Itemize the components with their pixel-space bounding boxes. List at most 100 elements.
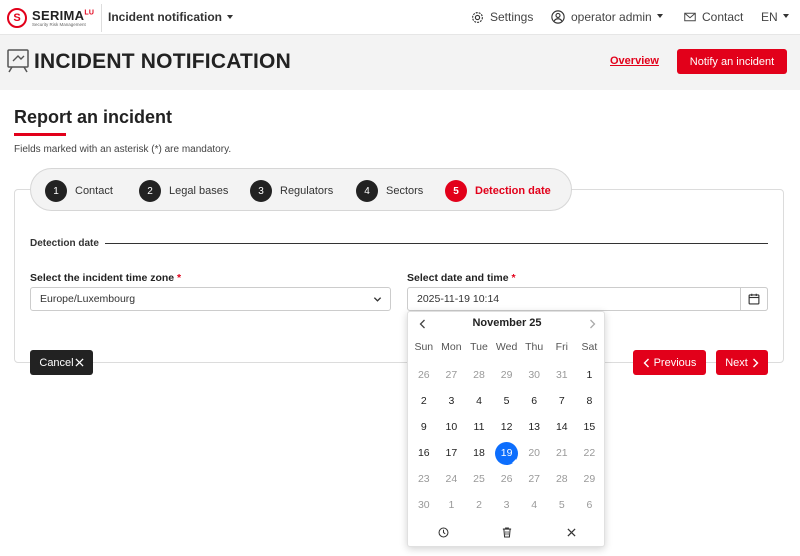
datetime-value: 2025-11-19 10:14 bbox=[417, 293, 500, 305]
calendar-day[interactable]: 14 bbox=[548, 414, 576, 440]
next-label: Next bbox=[725, 356, 748, 369]
calendar-day[interactable]: 11 bbox=[465, 414, 493, 440]
overview-link[interactable]: Overview bbox=[610, 55, 659, 67]
datetime-input[interactable]: 2025-11-19 10:14 bbox=[407, 287, 768, 311]
close-icon bbox=[566, 527, 576, 537]
calendar-day-selected[interactable]: 19 bbox=[493, 440, 521, 466]
calendar-day-number: 5 bbox=[558, 499, 565, 511]
calendar-day: 28 bbox=[548, 466, 576, 492]
time-toggle-button[interactable] bbox=[435, 524, 451, 540]
calendar-day-number: 1 bbox=[448, 499, 455, 511]
logo-suffix: LU bbox=[84, 9, 95, 17]
calendar-day-number: 24 bbox=[445, 473, 458, 485]
clear-button[interactable] bbox=[499, 524, 515, 540]
calendar-day[interactable]: 15 bbox=[576, 414, 604, 440]
calendar-day: 27 bbox=[520, 466, 548, 492]
calendar-toggle-button[interactable] bbox=[740, 287, 768, 311]
language-dropdown[interactable]: EN bbox=[761, 10, 789, 24]
calendar-day-number: 6 bbox=[531, 395, 538, 407]
contact-label: Contact bbox=[702, 10, 744, 24]
calendar-day[interactable]: 2 bbox=[410, 388, 438, 414]
calendar-day: 3 bbox=[493, 492, 521, 518]
trash-icon bbox=[502, 527, 512, 537]
calendar-day[interactable]: 6 bbox=[520, 388, 548, 414]
calendar-day-number: 8 bbox=[586, 395, 593, 407]
calendar-day-number: 3 bbox=[503, 499, 510, 511]
calendar-day-number: 13 bbox=[528, 421, 541, 433]
serima-logo[interactable]: S SERIMALU Security Risk Management bbox=[7, 8, 94, 28]
previous-label: Previous bbox=[653, 356, 697, 369]
calendar-day[interactable]: 12 bbox=[493, 414, 521, 440]
calendar-day[interactable]: 18 bbox=[465, 440, 493, 466]
timezone-select[interactable]: Europe/Luxembourg bbox=[30, 287, 391, 311]
fieldset-rule bbox=[30, 243, 768, 244]
contact-link[interactable]: Contact bbox=[684, 10, 743, 24]
calendar-day-number: 26 bbox=[417, 369, 430, 381]
calendar-day[interactable]: 7 bbox=[548, 388, 576, 414]
close-icon bbox=[75, 358, 84, 367]
calendar-day[interactable]: 1 bbox=[576, 362, 604, 388]
app-menu-dropdown[interactable]: Incident notification bbox=[108, 10, 233, 24]
next-button[interactable]: Next bbox=[716, 350, 768, 375]
calendar-day[interactable]: 10 bbox=[438, 414, 466, 440]
calendar-day-number: 28 bbox=[473, 369, 485, 381]
wizard-stepper: 1 Contact 2 Legal bases 3 Regulators 4 Secto… bbox=[30, 168, 572, 211]
calendar-day-number: 12 bbox=[500, 421, 513, 433]
calendar-day[interactable]: 4 bbox=[465, 388, 493, 414]
calendar-day: 30 bbox=[520, 362, 548, 388]
fieldset-legend: Detection date bbox=[30, 238, 105, 249]
previous-button[interactable]: Previous bbox=[633, 350, 706, 375]
logo-tagline: Security Risk Management bbox=[32, 21, 86, 27]
weekday-header: Wed bbox=[495, 341, 518, 353]
page-header: INCIDENT NOTIFICATION Overview Notify an… bbox=[0, 35, 800, 90]
calendar-day-number: 26 bbox=[500, 473, 513, 485]
calendar-day-number: 18 bbox=[473, 447, 485, 459]
calendar-day[interactable]: 16 bbox=[410, 440, 438, 466]
section-title-underline bbox=[14, 133, 66, 136]
user-menu-dropdown[interactable]: operator admin bbox=[551, 10, 663, 24]
step-label: Detection date bbox=[475, 185, 551, 197]
calendar-day: 29 bbox=[576, 466, 604, 492]
calendar-day: 2 bbox=[465, 492, 493, 518]
calendar-day-number: 3 bbox=[448, 395, 455, 407]
calendar-day[interactable]: 17 bbox=[438, 440, 466, 466]
weekday-header: Tue bbox=[470, 341, 488, 353]
step-regulators[interactable]: 3 Regulators bbox=[250, 180, 333, 202]
calendar-day[interactable]: 3 bbox=[438, 388, 466, 414]
calendar-day-number: 1 bbox=[586, 369, 593, 381]
calendar-day-number: 30 bbox=[417, 499, 430, 511]
step-contact[interactable]: 1 Contact bbox=[45, 180, 113, 202]
next-month-button[interactable] bbox=[584, 316, 600, 332]
calendar-day-number: 22 bbox=[583, 447, 596, 459]
calendar-day[interactable]: 5 bbox=[493, 388, 521, 414]
calendar-day-number: 14 bbox=[555, 421, 568, 433]
step-label: Regulators bbox=[280, 185, 334, 197]
calendar-day-number: 30 bbox=[528, 369, 541, 381]
caret-down-icon bbox=[227, 14, 233, 19]
calendar-day[interactable]: 8 bbox=[576, 388, 604, 414]
calendar-day[interactable]: 9 bbox=[410, 414, 438, 440]
calendar-day-number: 17 bbox=[445, 447, 458, 459]
calendar-day-number: 19 bbox=[495, 441, 519, 465]
datepicker-toolbar bbox=[408, 522, 606, 542]
calendar-day: 20 bbox=[520, 440, 548, 466]
gear-icon bbox=[472, 11, 483, 23]
calendar-day[interactable]: 13 bbox=[520, 414, 548, 440]
step-sectors[interactable]: 4 Sectors bbox=[356, 180, 423, 202]
caret-down-icon bbox=[782, 14, 789, 18]
calendar-day: 23 bbox=[410, 466, 438, 492]
calendar-day: 1 bbox=[438, 492, 466, 518]
notify-incident-button[interactable]: Notify an incident bbox=[677, 49, 787, 74]
calendar-day-number: 10 bbox=[445, 421, 458, 433]
datetime-label-text: Select date and time bbox=[407, 272, 509, 284]
step-detection-date[interactable]: 5 Detection date bbox=[445, 180, 551, 202]
calendar-day-number: 9 bbox=[420, 421, 427, 433]
datepicker-popup: November 25 Sun Mon Tue Wed Thu Fri Sat 26 27 28 2… bbox=[407, 311, 605, 547]
close-picker-button[interactable] bbox=[563, 524, 579, 540]
settings-link[interactable]: Settings bbox=[471, 10, 533, 24]
step-legal-bases[interactable]: 2 Legal bases bbox=[139, 180, 228, 202]
chevron-left-icon bbox=[643, 358, 649, 367]
cancel-button[interactable]: Cancel bbox=[30, 350, 93, 375]
datepicker-month[interactable]: November 25 bbox=[408, 317, 606, 329]
calendar-day-number: 27 bbox=[445, 369, 458, 381]
